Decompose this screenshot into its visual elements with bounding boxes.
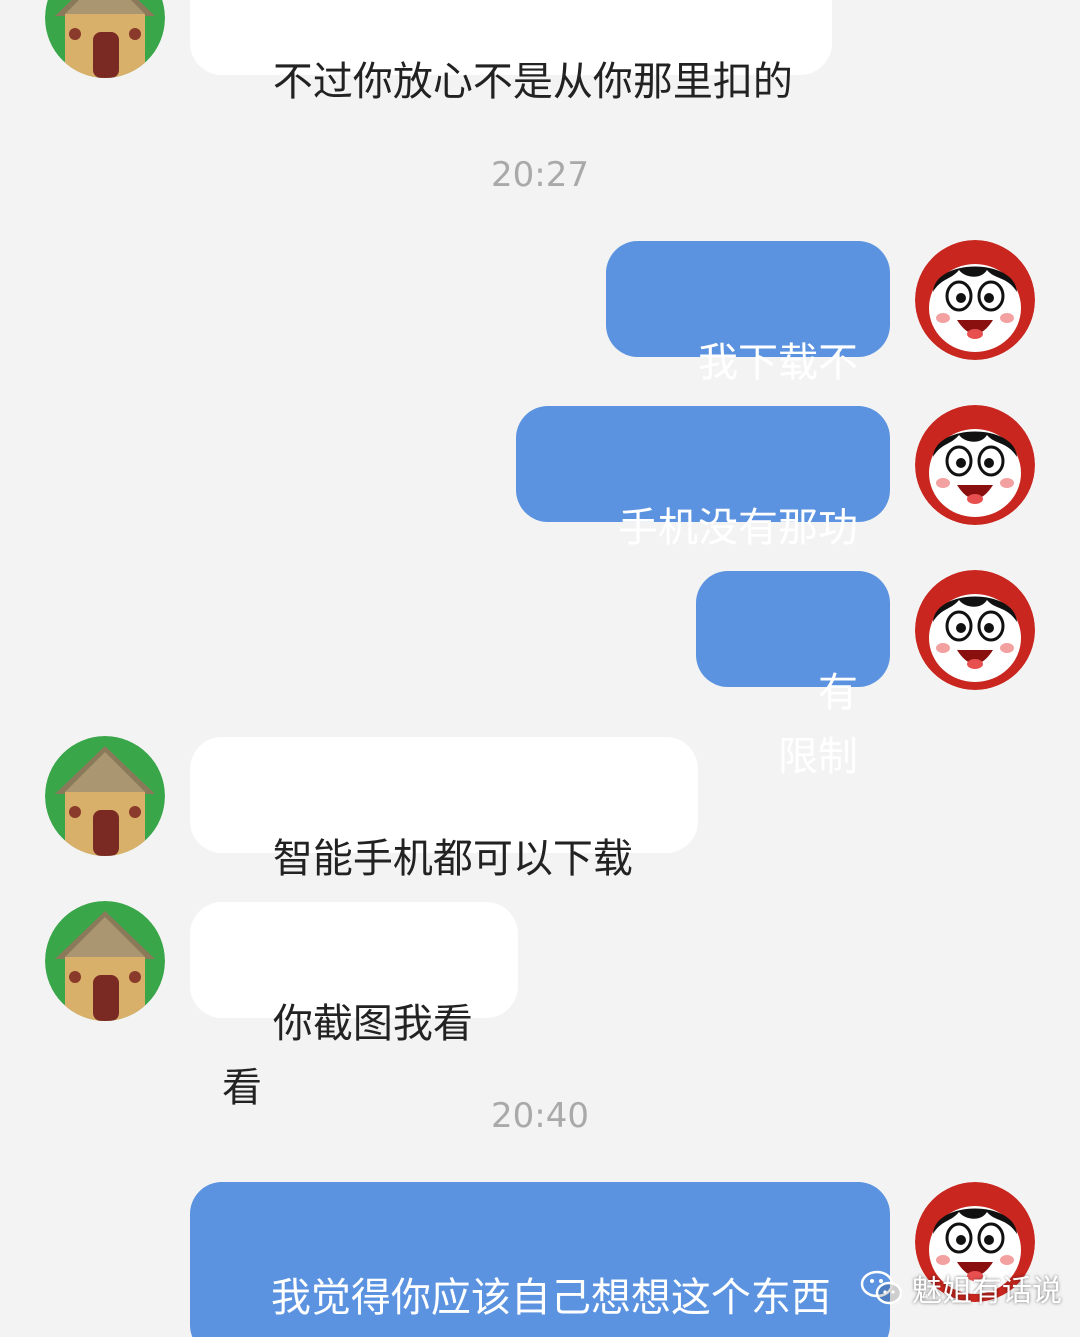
message-bubble-outgoing[interactable]: 我下载不了 bbox=[606, 241, 890, 450]
timestamp: 20:27 bbox=[491, 155, 589, 195]
wechat-icon bbox=[860, 1270, 903, 1305]
watermark-text: 魅姐有话说 bbox=[912, 1274, 1062, 1309]
cartoon-boy-avatar[interactable] bbox=[915, 405, 1035, 525]
cartoon-boy-avatar[interactable] bbox=[915, 240, 1035, 360]
message-text: 有限制 bbox=[778, 670, 858, 780]
hut-avatar[interactable] bbox=[45, 0, 165, 78]
cartoon-boy-avatar[interactable] bbox=[915, 570, 1035, 690]
cartoon-boy-icon bbox=[915, 405, 1035, 525]
cartoon-boy-icon bbox=[915, 570, 1035, 690]
chat-screen: 不过你放心不是从你那里扣的 20:27 我下载不了 手机没有那功能 bbox=[0, 0, 1080, 1337]
message-bubble-incoming[interactable]: 不过你放心不是从你那里扣的 bbox=[190, 0, 832, 105]
timestamp: 20:40 bbox=[491, 1096, 589, 1136]
hut-icon bbox=[45, 736, 165, 856]
watermark: 魅姐有话说 bbox=[860, 1264, 1062, 1312]
message-text: 不过你放心不是从你那里扣的 bbox=[272, 59, 793, 105]
message-text: 你截图我看看 bbox=[222, 1001, 473, 1111]
cartoon-boy-icon bbox=[915, 240, 1035, 360]
hut-avatar[interactable] bbox=[45, 736, 165, 856]
message-bubble-outgoing[interactable]: 有限制 bbox=[696, 571, 890, 780]
message-bubble-incoming[interactable]: 你截图我看看 bbox=[190, 902, 518, 1111]
message-bubble-incoming[interactable]: 智能手机都可以下载的 bbox=[190, 737, 698, 946]
message-text: 我觉得你应该自己想想这个东西 是手工活吗 bbox=[270, 1275, 831, 1321]
hut-icon bbox=[45, 901, 165, 1021]
hut-icon bbox=[45, 0, 165, 78]
hut-avatar[interactable] bbox=[45, 901, 165, 1021]
message-bubble-outgoing[interactable]: 手机没有那功能 bbox=[516, 406, 890, 615]
message-bubble-outgoing[interactable]: 我觉得你应该自己想想这个东西 是手工活吗 bbox=[190, 1182, 890, 1337]
